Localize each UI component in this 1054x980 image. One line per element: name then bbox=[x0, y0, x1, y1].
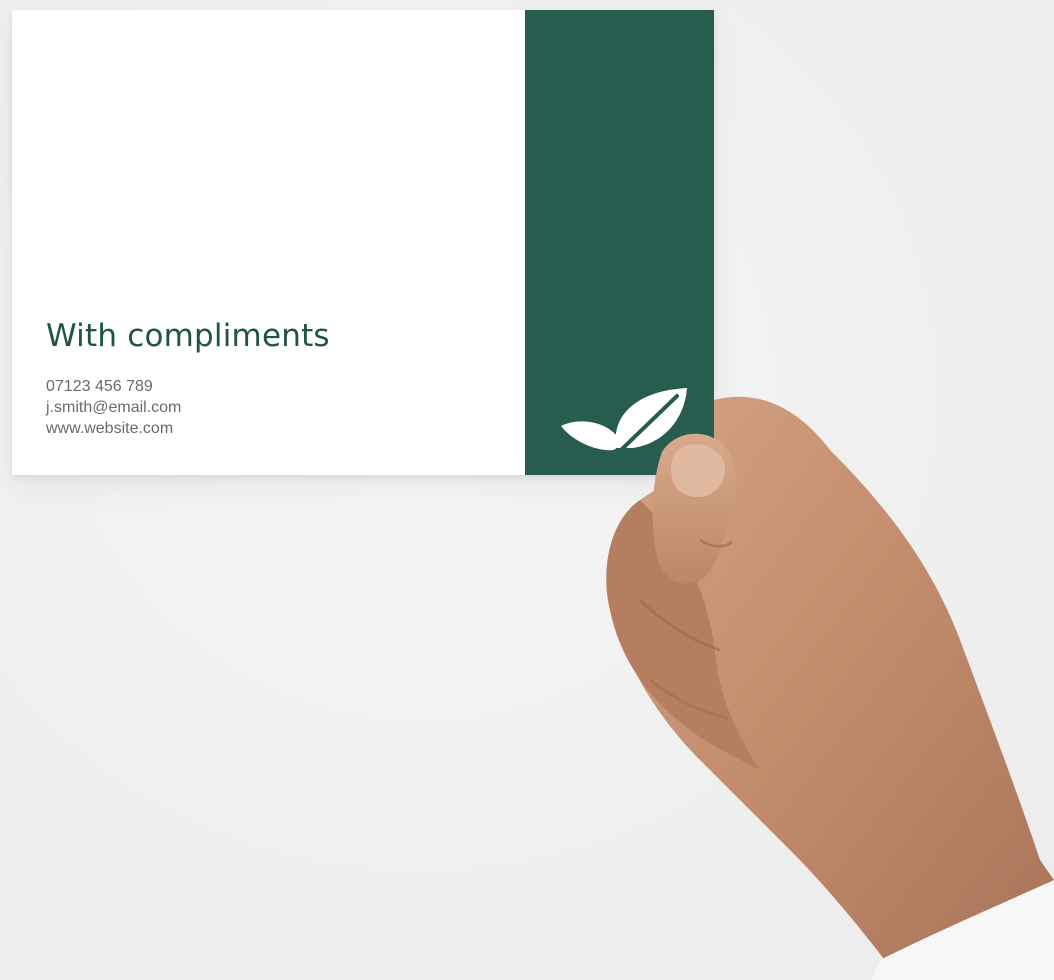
shirt-cuff bbox=[872, 880, 1054, 980]
finger-crease bbox=[638, 598, 721, 652]
background: With compliments 07123 456 789 j.smith@e… bbox=[0, 0, 1054, 980]
contact-details: 07123 456 789 j.smith@email.com www.webs… bbox=[46, 376, 181, 439]
website-address: www.website.com bbox=[46, 420, 174, 437]
card-title: With compliments bbox=[46, 318, 330, 354]
compliment-card: With compliments 07123 456 789 j.smith@e… bbox=[12, 10, 714, 475]
small-leaf bbox=[561, 421, 620, 451]
knuckle-line bbox=[699, 538, 733, 548]
curled-fingers bbox=[606, 500, 760, 770]
email-address: j.smith@email.com bbox=[46, 399, 182, 416]
finger-crease-2 bbox=[649, 678, 729, 720]
phone-number: 07123 456 789 bbox=[46, 378, 153, 395]
hand-back bbox=[608, 396, 1054, 980]
leaf-icon bbox=[561, 388, 687, 452]
